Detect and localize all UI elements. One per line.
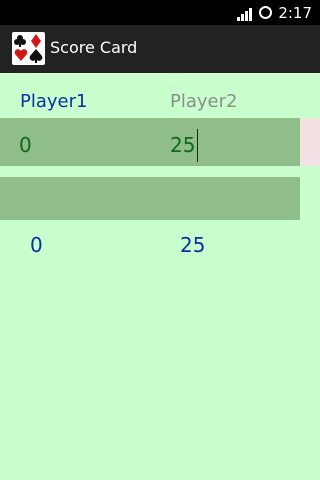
- action-bar: Score Card: [0, 25, 320, 73]
- player1-total: 0: [30, 233, 43, 257]
- sync-icon: [259, 6, 273, 19]
- score-entry-row-empty[interactable]: [0, 177, 300, 220]
- text-cursor: [197, 129, 198, 162]
- player2-total: 25: [180, 233, 206, 257]
- card-suits-icon: [12, 32, 45, 65]
- status-icons: 2:17: [237, 3, 312, 22]
- app-title: Score Card: [50, 38, 138, 57]
- status-bar: 2:17: [0, 0, 320, 25]
- player1-score-input[interactable]: 0: [19, 133, 32, 157]
- status-time: 2:17: [278, 3, 312, 22]
- player2-header[interactable]: Player2: [170, 91, 237, 112]
- player2-score-input[interactable]: 25: [170, 133, 195, 157]
- player1-header[interactable]: Player1: [20, 91, 87, 112]
- signal-icon: [237, 5, 253, 21]
- row-side-strip: [300, 118, 320, 166]
- score-entry-row[interactable]: [0, 118, 300, 166]
